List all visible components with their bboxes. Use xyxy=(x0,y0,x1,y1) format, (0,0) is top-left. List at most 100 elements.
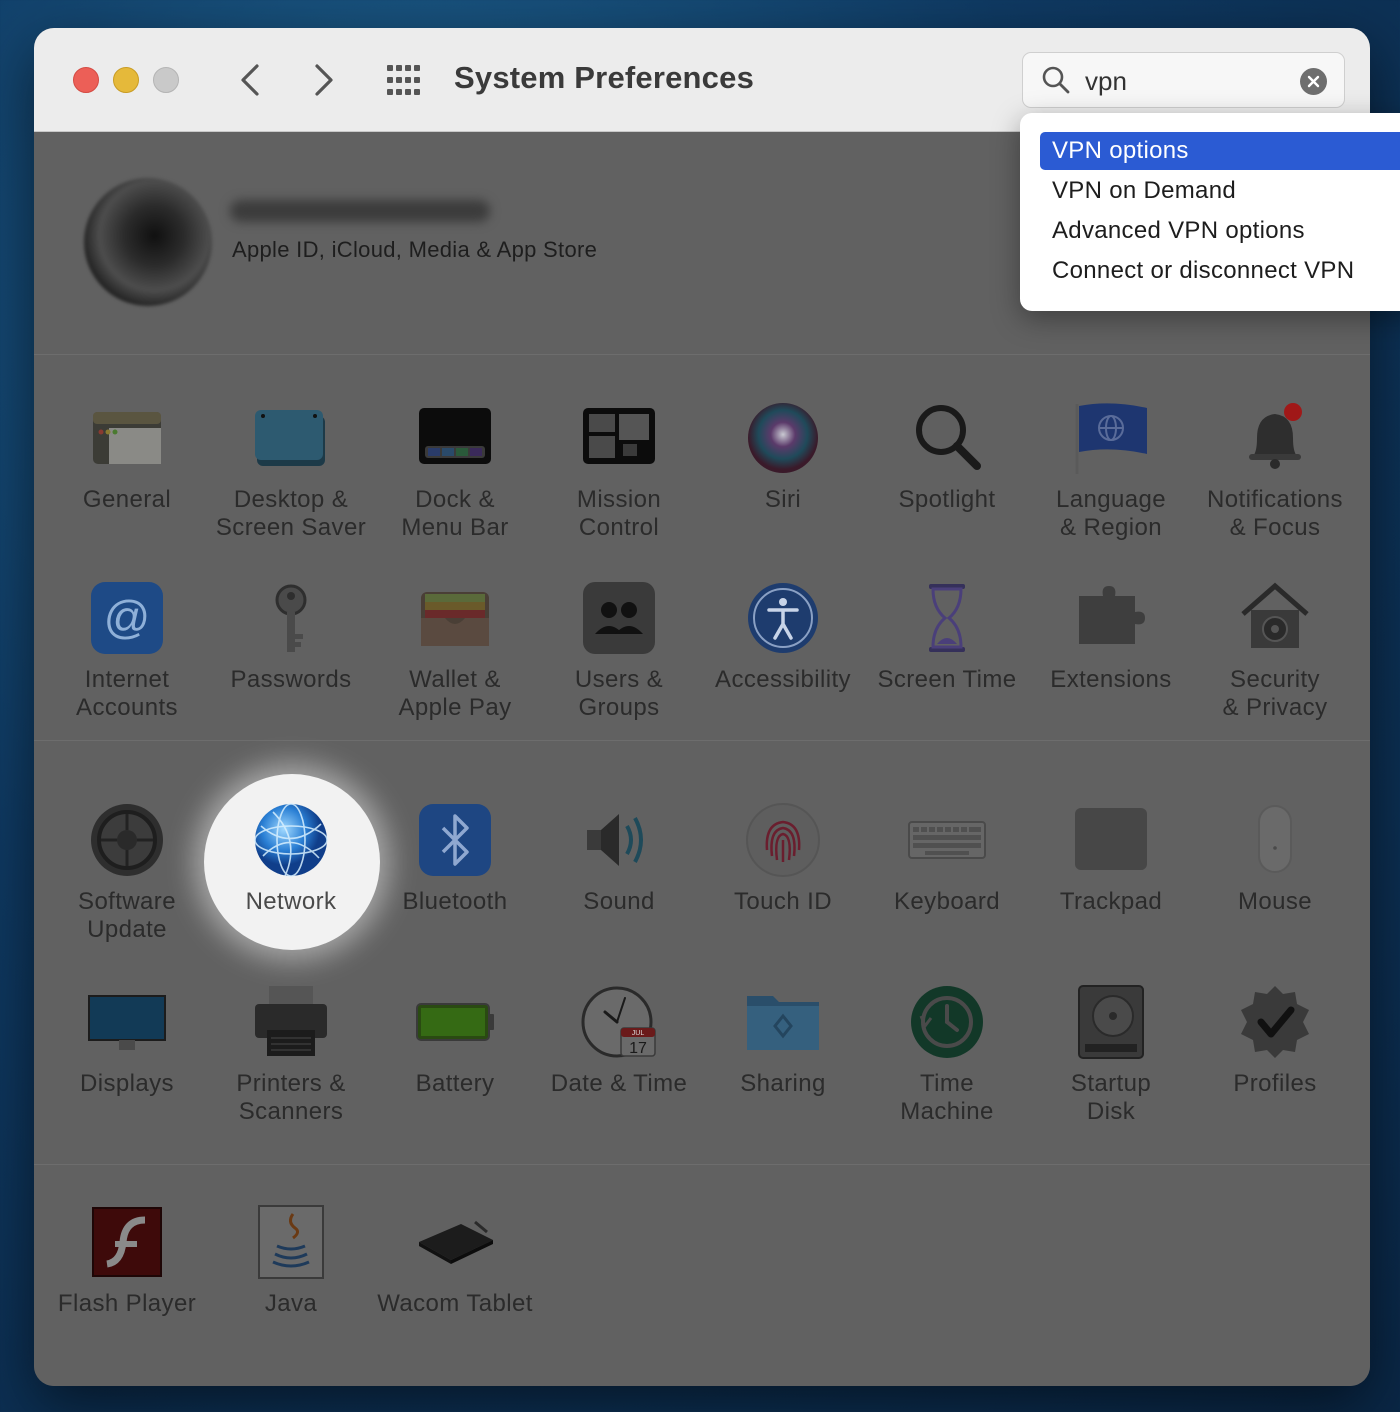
divider xyxy=(34,354,1370,355)
pane-label: Displays xyxy=(80,1070,174,1097)
dock-icon xyxy=(419,408,491,464)
pane-java[interactable]: Java xyxy=(209,1202,373,1362)
pane-touch-id[interactable]: Touch ID xyxy=(701,800,865,960)
wallet-icon xyxy=(421,592,489,646)
pane-displays[interactable]: Displays xyxy=(45,982,209,1142)
pane-mission-control[interactable]: Mission Control xyxy=(537,398,701,558)
pane-security-privacy[interactable]: Security & Privacy xyxy=(1193,578,1357,738)
gear-icon xyxy=(91,804,163,876)
pane-internet-accounts[interactable]: @ Internet Accounts xyxy=(45,578,209,738)
flash-icon xyxy=(92,1207,162,1277)
chevron-left-icon xyxy=(241,64,259,96)
magnifier-icon xyxy=(916,405,981,470)
pane-sound[interactable]: Sound xyxy=(537,800,701,960)
menu-item-connect-disconnect-vpn[interactable]: Connect or disconnect VPN xyxy=(1040,252,1400,290)
pane-label: Accessibility xyxy=(715,666,851,693)
pane-notifications-focus[interactable]: Notifications & Focus xyxy=(1193,398,1357,558)
pane-wallet-apple-pay[interactable]: Wallet & Apple Pay xyxy=(373,578,537,738)
pane-battery[interactable]: Battery xyxy=(373,982,537,1142)
pane-label: Profiles xyxy=(1233,1070,1317,1097)
trackpad-icon xyxy=(1075,808,1147,870)
pane-passwords[interactable]: Passwords xyxy=(209,578,373,738)
pane-label: Network xyxy=(245,888,337,915)
pane-label: Date & Time xyxy=(550,1070,688,1097)
search-icon xyxy=(1042,66,1070,94)
pane-date-time[interactable]: JUL 17 Date & Time xyxy=(537,982,701,1142)
pane-trackpad[interactable]: Trackpad xyxy=(1029,800,1193,960)
pane-label: Battery xyxy=(415,1070,495,1097)
pane-siri[interactable]: Siri xyxy=(701,398,865,558)
zoom-button[interactable] xyxy=(153,67,179,93)
pane-dock-menu-bar[interactable]: Dock & Menu Bar xyxy=(373,398,537,558)
speaker-icon xyxy=(587,814,643,866)
pane-label: Time Machine xyxy=(900,1070,994,1125)
pane-profiles[interactable]: Profiles xyxy=(1193,982,1357,1142)
pane-startup-disk[interactable]: Startup Disk xyxy=(1029,982,1193,1142)
window-title: System Preferences xyxy=(454,60,755,95)
pane-label: Printers & Scanners xyxy=(236,1070,346,1125)
pane-label: Siri xyxy=(764,486,802,513)
folder-icon xyxy=(747,996,819,1050)
pane-label: Sound xyxy=(583,888,655,915)
badge-check-icon xyxy=(1241,986,1309,1058)
menu-item-vpn-options[interactable]: VPN options xyxy=(1040,132,1400,170)
search-field[interactable]: vpn xyxy=(1022,52,1345,108)
close-button[interactable] xyxy=(73,67,99,93)
calendar-day: 17 xyxy=(629,1040,647,1057)
pane-label: Java xyxy=(264,1290,318,1317)
search-input[interactable]: vpn xyxy=(1085,66,1127,97)
pane-network[interactable]: Network xyxy=(209,800,373,960)
menu-item-advanced-vpn-options[interactable]: Advanced VPN options xyxy=(1040,212,1400,250)
pane-sharing[interactable]: Sharing xyxy=(701,982,865,1142)
battery-icon xyxy=(416,1003,494,1041)
pane-desktop-screen-saver[interactable]: Desktop & Screen Saver xyxy=(209,398,373,558)
pane-users-groups[interactable]: Users & Groups xyxy=(537,578,701,738)
back-button[interactable] xyxy=(228,58,272,102)
avatar xyxy=(84,178,212,306)
display-icon xyxy=(88,995,166,1050)
pane-label: Screen Time xyxy=(877,666,1017,693)
bluetooth-icon xyxy=(419,804,491,876)
mission-control-icon xyxy=(583,408,655,464)
divider xyxy=(34,1164,1370,1165)
mouse-icon xyxy=(1258,805,1292,873)
pane-label: Flash Player xyxy=(57,1290,197,1317)
pane-flash-player[interactable]: Flash Player xyxy=(45,1202,209,1362)
pane-label: Users & Groups xyxy=(574,666,664,721)
pane-label: Spotlight xyxy=(898,486,996,513)
pane-language-region[interactable]: Language & Region xyxy=(1029,398,1193,558)
pane-label: Bluetooth xyxy=(402,888,508,915)
search-suggestions-menu: VPN options VPN on Demand Advanced VPN o… xyxy=(1020,113,1400,311)
pane-printers-scanners[interactable]: Printers & Scanners xyxy=(209,982,373,1142)
pane-label: Dock & Menu Bar xyxy=(401,486,509,541)
pane-extensions[interactable]: Extensions xyxy=(1029,578,1193,738)
pane-label: Keyboard xyxy=(894,888,1000,915)
pane-keyboard[interactable]: Keyboard xyxy=(865,800,1029,960)
minimize-button[interactable] xyxy=(113,67,139,93)
pane-label: Startup Disk xyxy=(1070,1070,1152,1125)
pane-accessibility[interactable]: Accessibility xyxy=(701,578,865,738)
menu-item-vpn-on-demand[interactable]: VPN on Demand xyxy=(1040,172,1400,210)
clear-search-button[interactable] xyxy=(1300,68,1327,95)
show-all-button[interactable] xyxy=(383,62,427,98)
pane-spotlight[interactable]: Spotlight xyxy=(865,398,1029,558)
pane-label: Mission Control xyxy=(576,486,662,541)
pane-general[interactable]: General xyxy=(45,398,209,558)
pane-time-machine[interactable]: Time Machine xyxy=(865,982,1029,1142)
clock-icon: JUL 17 xyxy=(581,986,656,1058)
desktop-icon xyxy=(255,410,325,466)
pane-software-update[interactable]: Software Update xyxy=(45,800,209,960)
pane-label: Notifications & Focus xyxy=(1207,486,1343,541)
puzzle-icon xyxy=(1079,586,1145,644)
forward-button[interactable] xyxy=(302,58,346,102)
pane-mouse[interactable]: Mouse xyxy=(1193,800,1357,960)
svg-text:@: @ xyxy=(104,591,151,643)
pane-label: Mouse xyxy=(1237,888,1313,915)
key-icon xyxy=(275,584,307,652)
flag-globe-icon xyxy=(1075,403,1147,474)
pane-label: General xyxy=(82,486,172,513)
pane-wacom-tablet[interactable]: Wacom Tablet xyxy=(373,1202,537,1362)
pane-screen-time[interactable]: Screen Time xyxy=(865,578,1029,738)
pane-bluetooth[interactable]: Bluetooth xyxy=(373,800,537,960)
keyboard-icon xyxy=(908,821,986,859)
